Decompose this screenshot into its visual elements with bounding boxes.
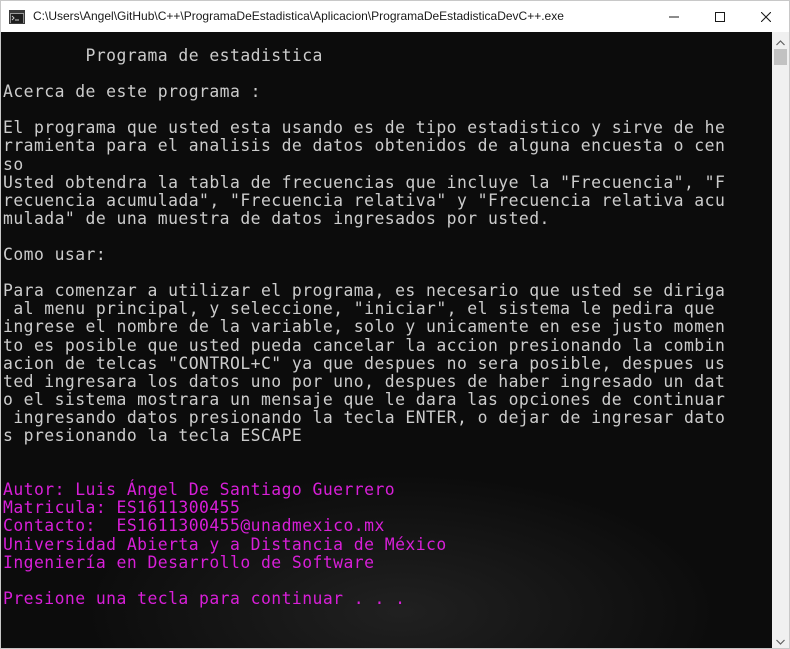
minimize-icon <box>669 7 679 26</box>
console-line: Matricula: ES1611300455 <box>3 498 241 518</box>
console-output[interactable]: Programa de estadistica Acerca de este pr… <box>1 32 772 648</box>
title-bar[interactable]: C:\Users\Angel\GitHub\C++\ProgramaDeEsta… <box>1 1 789 32</box>
console-line: ted ingresara los datos uno por uno, des… <box>3 371 726 391</box>
close-icon <box>760 7 772 26</box>
console-line: Programa de estadistica <box>3 46 323 65</box>
console-line: o el sistema mostrara un mensaje que le … <box>3 389 726 409</box>
console-line: Universidad Abierta y a Distancia de Méx… <box>3 534 447 554</box>
console-line: Presione una tecla para continuar . . . <box>3 588 406 608</box>
minimize-button[interactable] <box>651 1 697 32</box>
console-line: al menu principal, y seleccione, "inicia… <box>3 299 715 319</box>
console-line: El programa que usted esta usando es de … <box>3 118 726 138</box>
scroll-thumb[interactable] <box>774 49 787 65</box>
chevron-down-icon <box>776 630 785 648</box>
console-line: Para comenzar a utilizar el programa, es… <box>3 281 726 301</box>
console-line: recuencia acumulada", "Frecuencia relati… <box>3 190 726 210</box>
console-app-icon <box>9 9 25 24</box>
close-button[interactable] <box>743 1 789 32</box>
console-line: Acerca de este programa : <box>3 82 261 102</box>
console-line: Ingeniería en Desarrollo de Software <box>3 552 375 572</box>
console-window: C:\Users\Angel\GitHub\C++\ProgramaDeEsta… <box>0 0 790 649</box>
maximize-icon <box>715 7 725 26</box>
console-line: acion de telcas "CONTROL+C" ya que despu… <box>3 353 726 373</box>
console-text: Programa de estadistica Acerca de este pr… <box>3 46 726 608</box>
chevron-up-icon <box>776 31 785 50</box>
window-title: C:\Users\Angel\GitHub\C++\ProgramaDeEsta… <box>33 9 564 23</box>
console-line: ingrese el nombre de la variable, solo y… <box>3 317 726 337</box>
scroll-up-button[interactable] <box>772 32 789 49</box>
console-line: Como usar: <box>3 245 107 265</box>
console-line: Contacto: ES1611300455@unadmexico.mx <box>3 516 385 536</box>
console-line: ingresando datos presionando la tecla EN… <box>3 407 726 427</box>
vertical-scrollbar[interactable] <box>772 32 789 648</box>
console-line: Usted obtendra la tabla de frecuencias q… <box>3 172 726 192</box>
scroll-down-button[interactable] <box>772 631 789 648</box>
console-line: mulada" de una muestra de datos ingresad… <box>3 208 550 228</box>
console-line: Autor: Luis Ángel De Santiago Guerrero <box>3 480 396 500</box>
console-line: s presionando la tecla ESCAPE <box>3 425 303 445</box>
console-line: to es posible que usted pueda cancelar l… <box>3 335 726 355</box>
maximize-button[interactable] <box>697 1 743 32</box>
console-line: so <box>3 154 24 174</box>
console-line: rramienta para el analisis de datos obte… <box>3 136 726 156</box>
